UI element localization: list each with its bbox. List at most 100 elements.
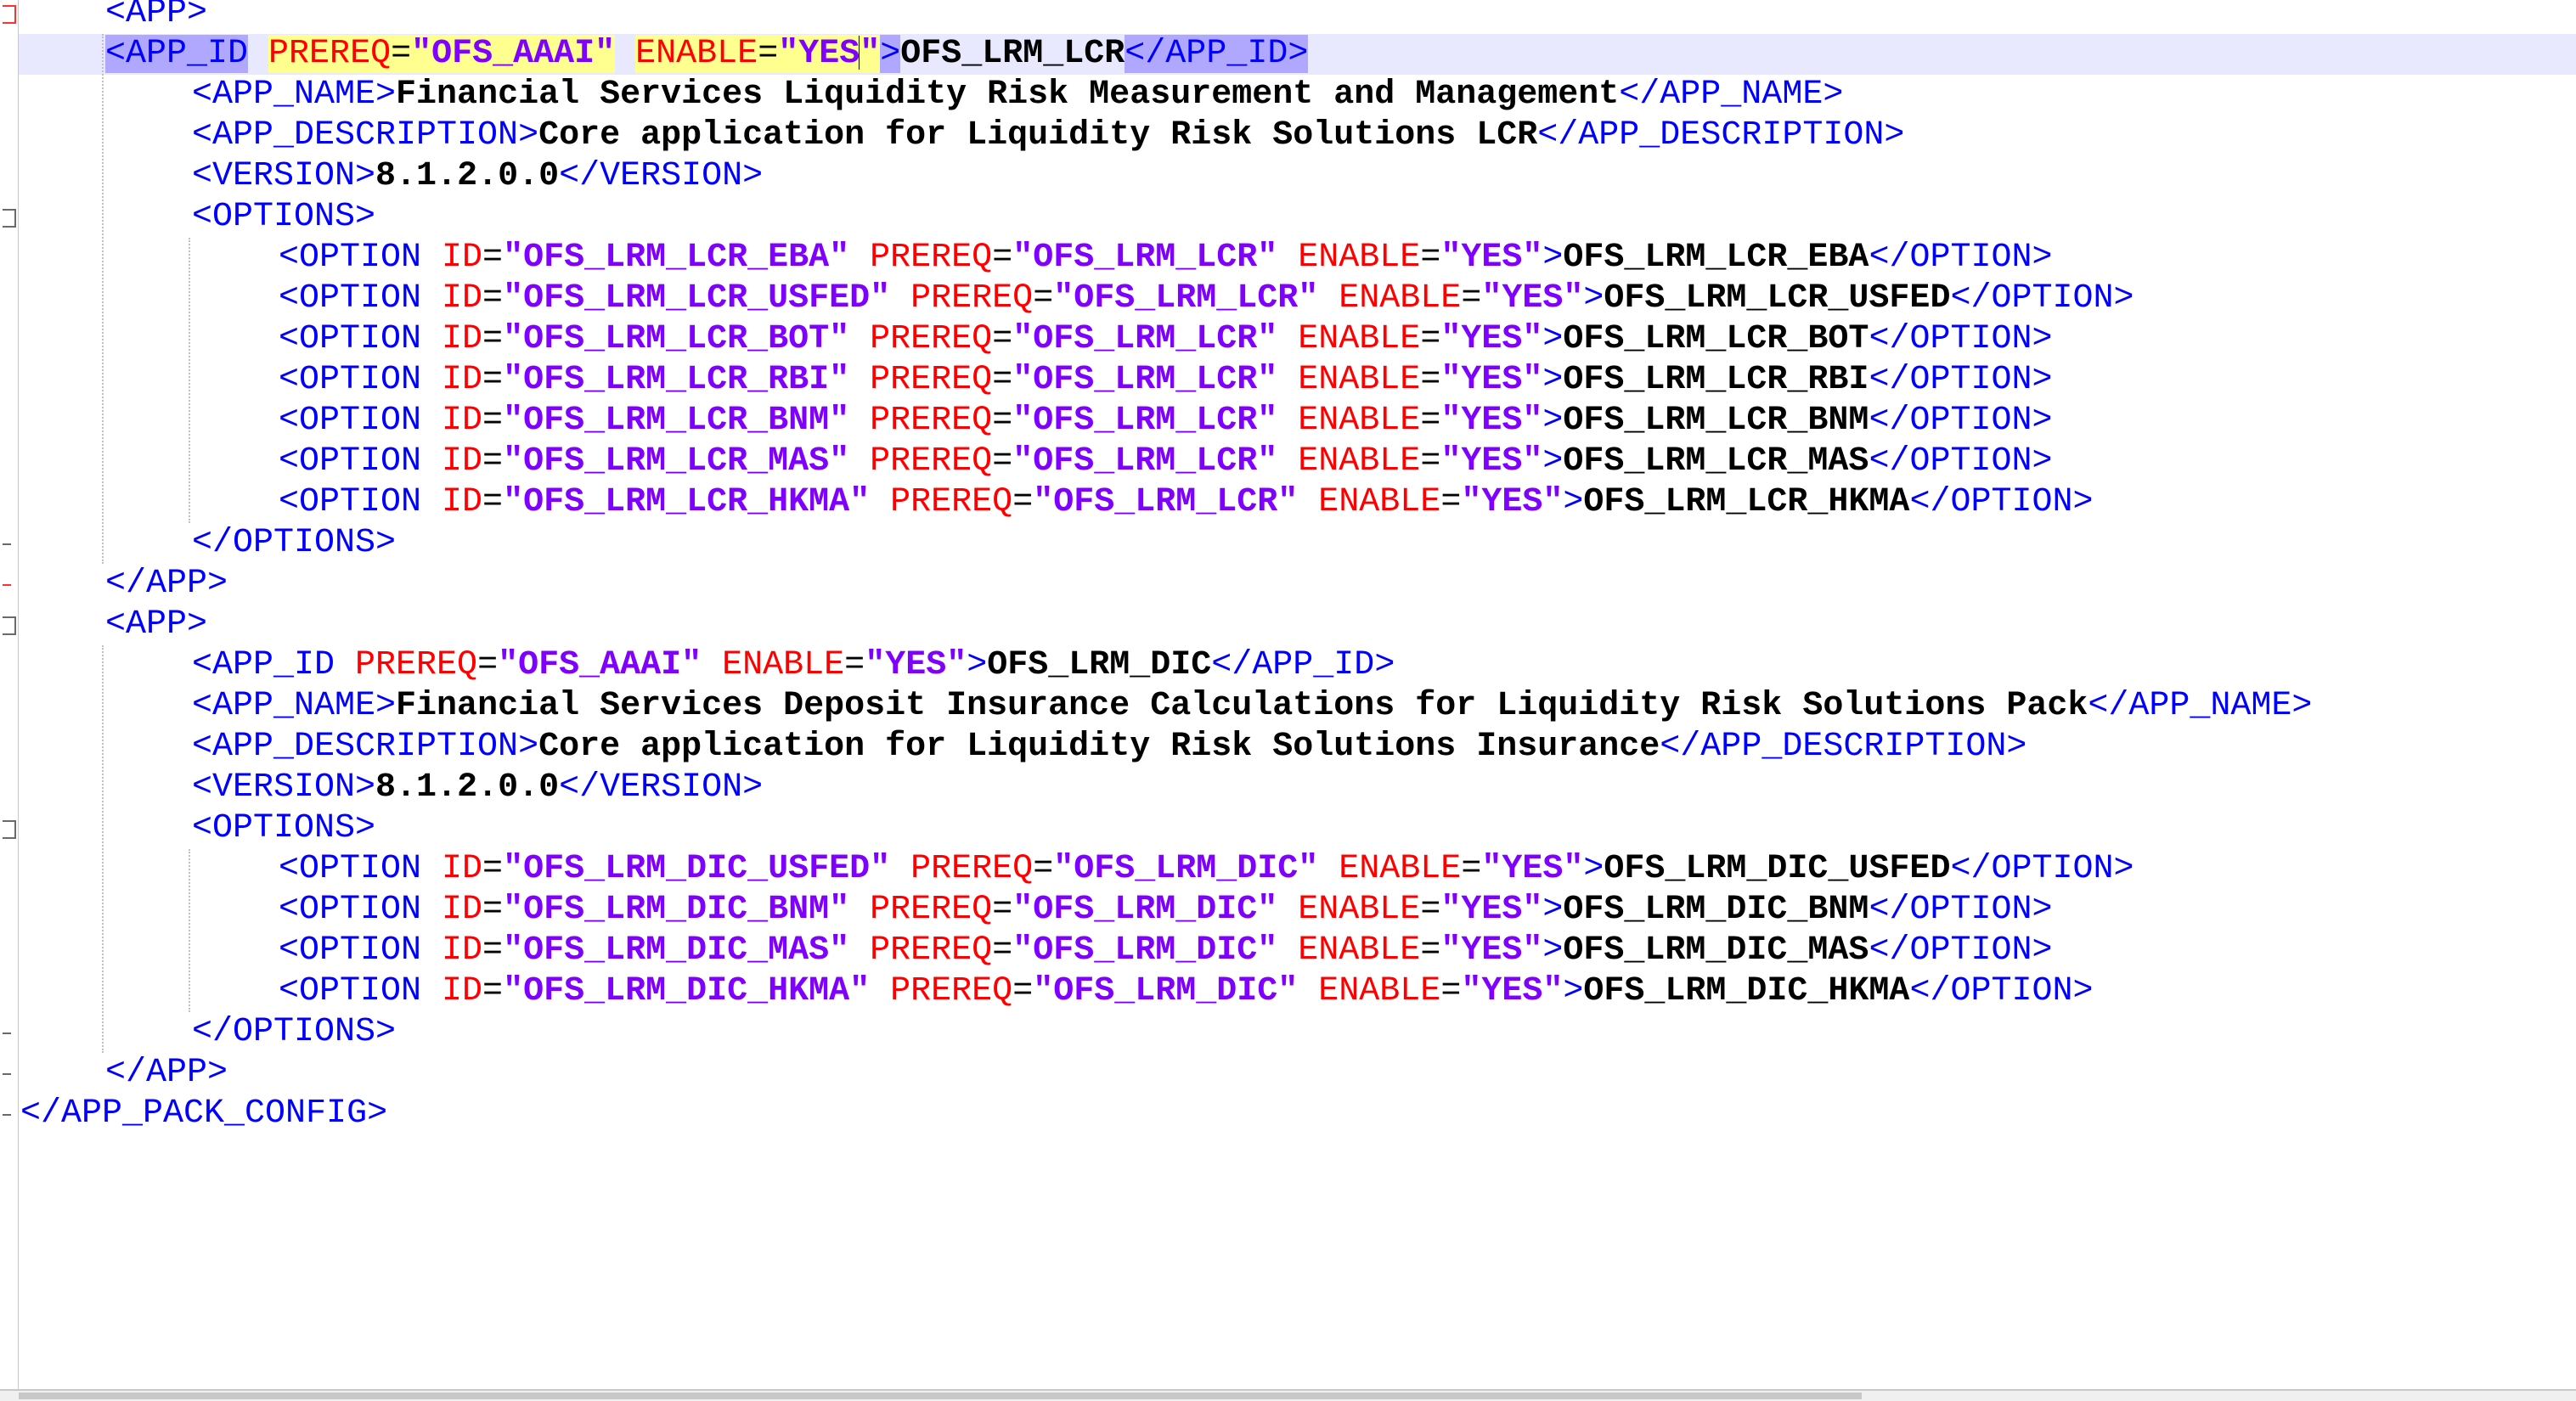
code-line[interactable]: <OPTIONS>: [19, 808, 2576, 849]
code-token: >: [1542, 320, 1564, 358]
code-token: OFS_LRM_LCR_BNM: [1563, 402, 1869, 440]
code-token: =: [992, 239, 1013, 277]
code-token: >: [1583, 279, 1604, 318]
code-line[interactable]: <OPTION ID="OFS_LRM_LCR_USFED" PREREQ="O…: [19, 279, 2576, 319]
code-token: PREREQ: [870, 361, 993, 399]
line-text: <OPTION ID="OFS_LRM_LCR_RBI" PREREQ="OFS…: [279, 360, 2052, 401]
code-line[interactable]: </OPTIONS>: [19, 1012, 2576, 1053]
code-line[interactable]: </APP>: [19, 1053, 2576, 1094]
horizontal-scrollbar-thumb[interactable]: [19, 1393, 1862, 1399]
code-token: PREREQ: [870, 931, 993, 970]
code-token: =: [758, 35, 779, 73]
fold-box-icon[interactable]: [3, 616, 16, 635]
line-text: <OPTION ID="OFS_LRM_LCR_MAS" PREREQ="OFS…: [279, 442, 2052, 482]
code-token: =: [482, 239, 504, 277]
code-line[interactable]: <OPTION ID="OFS_LRM_LCR_HKMA" PREREQ="OF…: [19, 482, 2576, 523]
code-token: "YES": [865, 646, 967, 684]
code-token: <OPTION: [279, 442, 442, 481]
code-token: =: [992, 320, 1013, 358]
code-line[interactable]: <OPTION ID="OFS_LRM_LCR_BNM" PREREQ="OFS…: [19, 401, 2576, 442]
code-line[interactable]: </OPTIONS>: [19, 523, 2576, 564]
code-token: OFS_LRM_LCR_BOT: [1563, 320, 1869, 358]
code-line[interactable]: <APP_NAME>Financial Services Deposit Ins…: [19, 686, 2576, 727]
code-token: Financial Services Deposit Insurance Cal…: [396, 687, 2088, 725]
code-token: =: [1420, 442, 1441, 481]
code-token: =: [1440, 483, 1462, 521]
code-token: <OPTION: [279, 279, 442, 318]
code-editor[interactable]: <APP> <APP_ID PREREQ="OFS_AAAI" ENABLE="Y…: [0, 0, 2576, 1389]
code-token: =: [482, 483, 504, 521]
code-token: >: [1563, 972, 1584, 1010]
code-token: "OFS_LRM_LCR_EBA": [503, 239, 850, 277]
code-token: =: [1440, 972, 1462, 1010]
code-token: ID: [442, 320, 483, 358]
code-token: ENABLE: [1298, 320, 1421, 358]
code-token: <APP_NAME>: [192, 687, 397, 725]
code-line[interactable]: </APP_PACK_CONFIG>: [19, 1094, 2576, 1134]
code-token: =: [391, 35, 412, 73]
code-line[interactable]: <APP>: [19, 605, 2576, 645]
code-token: </APP>: [105, 1054, 228, 1092]
fold-box-icon[interactable]: [3, 5, 16, 24]
code-token: ENABLE: [722, 646, 845, 684]
code-token: ENABLE: [635, 35, 758, 73]
code-line[interactable]: <APP_NAME>Financial Services Liquidity R…: [19, 75, 2576, 115]
code-token: =: [992, 442, 1013, 481]
code-token: "OFS_LRM_LCR": [1012, 320, 1278, 358]
horizontal-scrollbar[interactable]: [0, 1389, 2576, 1401]
code-token: ENABLE: [1298, 891, 1421, 929]
code-line[interactable]: <OPTION ID="OFS_LRM_LCR_MAS" PREREQ="OFS…: [19, 442, 2576, 482]
code-line[interactable]: <OPTION ID="OFS_LRM_DIC_BNM" PREREQ="OFS…: [19, 890, 2576, 931]
code-token: ID: [442, 891, 483, 929]
code-token: =: [1420, 931, 1441, 970]
code-token: </APP>: [105, 565, 228, 603]
code-token: </OPTION>: [1869, 320, 2053, 358]
code-token: </OPTIONS>: [192, 524, 397, 562]
code-line[interactable]: <APP_ID PREREQ="OFS_AAAI" ENABLE="YES">O…: [19, 645, 2576, 686]
code-token: "OFS_LRM_LCR": [1012, 361, 1278, 399]
code-token: ID: [442, 361, 483, 399]
code-token: =: [477, 646, 499, 684]
code-token: </APP_NAME>: [1619, 76, 1844, 114]
code-token: OFS_LRM_LCR_MAS: [1563, 442, 1869, 481]
code-line[interactable]: <APP_ID PREREQ="OFS_AAAI" ENABLE="YES">O…: [19, 34, 2576, 75]
code-token: >: [1563, 483, 1584, 521]
code-token: OFS_LRM_DIC_MAS: [1563, 931, 1869, 970]
code-line[interactable]: <OPTION ID="OFS_LRM_LCR_EBA" PREREQ="OFS…: [19, 238, 2576, 279]
fold-end-icon: [3, 584, 11, 586]
code-line[interactable]: <APP_DESCRIPTION>Core application for Li…: [19, 115, 2576, 156]
code-line[interactable]: <OPTION ID="OFS_LRM_LCR_RBI" PREREQ="OFS…: [19, 360, 2576, 401]
code-token: </OPTION>: [1869, 239, 2053, 277]
code-token: <VERSION>: [192, 768, 376, 807]
code-line[interactable]: <OPTION ID="OFS_LRM_DIC_MAS" PREREQ="OFS…: [19, 931, 2576, 971]
code-line[interactable]: </APP>: [19, 564, 2576, 605]
code-token: =: [1012, 972, 1034, 1010]
code-token: "OFS_LRM_LCR": [1033, 483, 1299, 521]
code-token: "OFS_LRM_LCR_BOT": [503, 320, 850, 358]
code-line[interactable]: <APP>: [19, 0, 2576, 34]
fold-box-icon[interactable]: [3, 820, 16, 839]
code-token: =: [1012, 483, 1034, 521]
code-token: "OFS_LRM_LCR": [1053, 279, 1319, 318]
fold-box-icon[interactable]: [3, 209, 16, 228]
line-text: <OPTION ID="OFS_LRM_LCR_BNM" PREREQ="OFS…: [279, 401, 2052, 442]
code-token: </VERSION>: [559, 768, 764, 807]
code-line[interactable]: <APP_DESCRIPTION>Core application for Li…: [19, 727, 2576, 768]
code-line[interactable]: <OPTION ID="OFS_LRM_LCR_BOT" PREREQ="OFS…: [19, 319, 2576, 360]
code-line[interactable]: <VERSION>8.1.2.0.0</VERSION>: [19, 768, 2576, 808]
code-token: >: [880, 35, 901, 73]
code-token: Core application for Liquidity Risk Solu…: [538, 728, 1660, 766]
code-line[interactable]: <OPTION ID="OFS_LRM_DIC_USFED" PREREQ="O…: [19, 849, 2576, 890]
code-token: <OPTIONS>: [192, 198, 376, 236]
code-line[interactable]: <OPTIONS>: [19, 197, 2576, 238]
code-token: ENABLE: [1298, 442, 1421, 481]
code-line[interactable]: <VERSION>8.1.2.0.0</VERSION>: [19, 156, 2576, 197]
code-line[interactable]: <OPTION ID="OFS_LRM_DIC_HKMA" PREREQ="OF…: [19, 971, 2576, 1012]
code-token: OFS_LRM_DIC: [987, 646, 1212, 684]
